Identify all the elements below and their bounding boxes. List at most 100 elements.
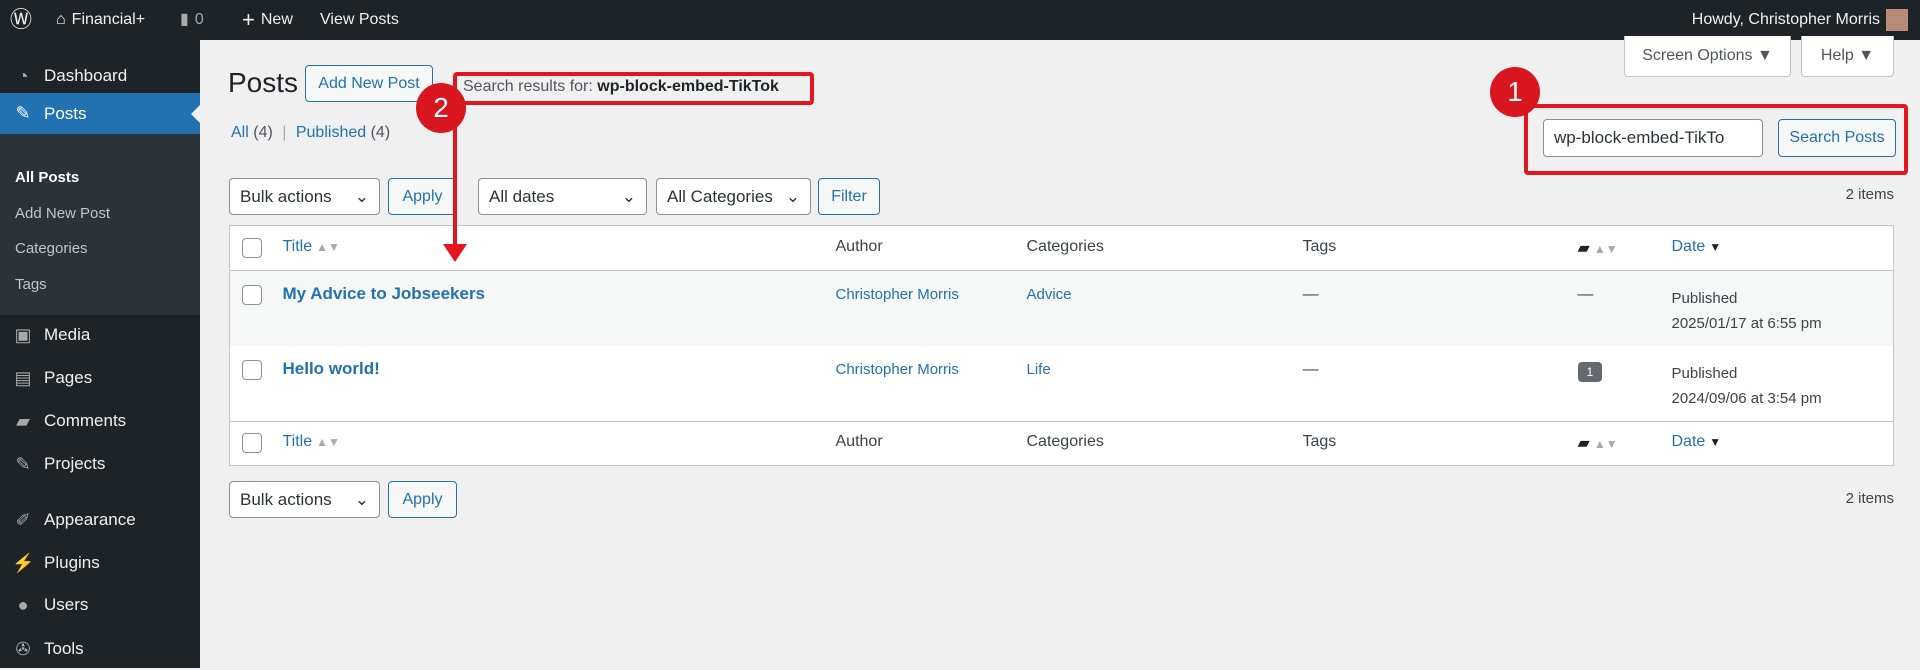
table-footer: Title ▲▼ Author Categories Tags ▰ ▲▼ Date ▼ — [230, 422, 1894, 466]
sidebar-item-comments[interactable]: ▰ Comments — [0, 400, 200, 442]
date-sort-link[interactable]: Date ▼ — [1672, 433, 1722, 450]
plugin-icon: ⚡ — [12, 552, 35, 573]
author-header: Author — [835, 238, 883, 255]
tags-cell: — — [1302, 286, 1319, 303]
plus-icon: + — [242, 7, 255, 32]
author-link[interactable]: Christopher Morris — [836, 361, 959, 378]
comment-icon[interactable]: ▰ — [1578, 240, 1590, 257]
pin-icon: ✎ — [15, 103, 31, 123]
dates-select[interactable]: All dates ⌄ — [478, 178, 647, 215]
sidebar-item-pages[interactable]: ▤ Pages — [0, 357, 200, 399]
view-all-link[interactable]: All (4) — [231, 124, 273, 141]
annotation-marker-2: 2 — [416, 83, 466, 133]
brush-icon: ✐ — [15, 509, 31, 530]
new-link[interactable]: + New — [242, 0, 293, 40]
admin-bar: Ⓦ ⌂ Financial+ ▮ 0 + New View Posts Howdy, … — [0, 0, 1920, 40]
title-sort-link[interactable]: Title ▲▼ — [283, 433, 340, 450]
view-filters: All (4) | Published (4) — [231, 124, 391, 141]
date-sort-link[interactable]: Date ▼ — [1672, 238, 1722, 255]
annotation-box-search-results — [453, 72, 814, 105]
tags-header: Tags — [1302, 238, 1337, 255]
author-header: Author — [835, 433, 883, 450]
comments-icon: ▰ — [16, 410, 30, 431]
row-checkbox[interactable] — [242, 285, 262, 305]
chevron-down-icon: ⌄ — [354, 489, 369, 509]
sort-icon: ▲▼ — [316, 435, 340, 449]
comments-cell: — — [1577, 286, 1594, 303]
submenu-add-new-post[interactable]: Add New Post — [15, 205, 110, 222]
submenu-tags[interactable]: Tags — [15, 276, 47, 293]
current-arrow — [182, 105, 200, 123]
page-title: Posts — [228, 67, 299, 98]
categories-header: Categories — [1026, 433, 1104, 450]
comment-icon[interactable]: ▰ — [1578, 435, 1590, 452]
annotation-marker-1: 1 — [1490, 67, 1540, 117]
filter-button[interactable]: Filter — [818, 178, 880, 215]
select-all-checkbox[interactable] — [242, 238, 262, 258]
home-icon: ⌂ — [56, 11, 66, 28]
add-new-post-button[interactable]: Add New Post — [305, 65, 433, 102]
comments-link[interactable]: ▮ 0 — [180, 0, 204, 40]
sidebar-item-posts[interactable]: ✎ Posts — [0, 93, 200, 134]
categories-select[interactable]: All Categories ⌄ — [656, 178, 811, 215]
sort-icon: ▼ — [1709, 240, 1722, 254]
select-all-checkbox[interactable] — [242, 433, 262, 453]
category-link[interactable]: Life — [1027, 361, 1051, 378]
date-cell: Published 2025/01/17 at 6:55 pm — [1671, 290, 1822, 332]
title-sort-link[interactable]: Title ▲▼ — [283, 238, 340, 255]
site-name-link[interactable]: ⌂ Financial+ — [56, 0, 145, 40]
avatar — [1886, 9, 1908, 31]
sidebar-item-tools[interactable]: ✇ Tools — [0, 628, 200, 670]
pages-icon: ▤ — [14, 367, 32, 388]
table-row: My Advice to Jobseekers Christopher Morr… — [229, 270, 1894, 346]
annotation-arrow-line — [453, 120, 457, 256]
user-menu[interactable]: Howdy, Christopher Morris — [1692, 0, 1908, 40]
sidebar-item-projects[interactable]: ✎ Projects — [0, 443, 200, 485]
table-header: Title ▲▼ Author Categories Tags ▰ ▲▼ Date ▼ — [229, 226, 1894, 271]
bulk-actions-select[interactable]: Bulk actions ⌄ — [229, 178, 380, 215]
submenu-categories[interactable]: Categories — [15, 240, 88, 257]
apply-button-bottom[interactable]: Apply — [388, 481, 457, 518]
chevron-down-icon: ⌄ — [621, 186, 636, 206]
wrench-icon: ✇ — [15, 638, 31, 659]
sort-icon: ▼ — [1709, 435, 1722, 449]
chevron-down-icon: ⌄ — [354, 186, 369, 206]
apply-button[interactable]: Apply — [388, 178, 457, 215]
sidebar: ◔ Dashboard ✎ Posts All Posts Add New Post… — [0, 40, 200, 668]
posts-table: Title ▲▼ Author Categories Tags ▰ ▲▼ Date ▼… — [229, 225, 1894, 466]
view-published-link[interactable]: Published (4) — [296, 124, 390, 141]
dashboard-icon: ◔ — [17, 65, 29, 86]
comment-count-bubble[interactable]: 1 — [1577, 361, 1603, 382]
view-posts-link[interactable]: View Posts — [320, 0, 399, 40]
categories-header: Categories — [1026, 238, 1104, 255]
sort-icon: ▲▼ — [1593, 242, 1618, 256]
date-cell: Published 2024/09/06 at 3:54 pm — [1671, 364, 1822, 407]
comment-icon: ▮ — [180, 11, 189, 28]
submenu-all-posts[interactable]: All Posts — [15, 169, 79, 186]
help-button[interactable]: Help ▼ — [1801, 36, 1894, 77]
wordpress-logo-icon[interactable]: Ⓦ — [10, 0, 32, 40]
sidebar-item-users[interactable]: ● Users — [0, 584, 200, 626]
screen-options-button[interactable]: Screen Options ▼ — [1624, 36, 1791, 77]
posts-submenu: All Posts Add New Post Categories Tags — [0, 134, 200, 315]
sort-icon: ▲▼ — [316, 240, 340, 254]
post-title-link[interactable]: Hello world! — [283, 359, 380, 378]
post-title-link[interactable]: My Advice to Jobseekers — [283, 284, 486, 303]
sidebar-item-dashboard[interactable]: ◔ Dashboard — [0, 55, 200, 97]
row-checkbox[interactable] — [242, 359, 262, 380]
category-link[interactable]: Advice — [1027, 286, 1072, 303]
tags-cell: — — [1302, 360, 1319, 378]
chevron-down-icon: ⌄ — [785, 186, 800, 206]
media-icon: ▣ — [14, 324, 32, 345]
author-link[interactable]: Christopher Morris — [836, 286, 959, 303]
table-row: Hello world! Christopher Morris Life — 1… — [229, 346, 1894, 422]
sort-icon: ▲▼ — [1593, 437, 1618, 451]
user-icon: ● — [17, 594, 29, 615]
arrow-down-icon — [443, 244, 467, 262]
items-count: 2 items — [1845, 186, 1894, 203]
sidebar-item-media[interactable]: ▣ Media — [0, 314, 200, 356]
sidebar-item-appearance[interactable]: ✐ Appearance — [0, 499, 200, 541]
sidebar-item-plugins[interactable]: ⚡ Plugins — [0, 542, 200, 584]
bulk-actions-select-bottom[interactable]: Bulk actions ⌄ — [229, 481, 380, 518]
pin-icon: ✎ — [15, 453, 31, 474]
